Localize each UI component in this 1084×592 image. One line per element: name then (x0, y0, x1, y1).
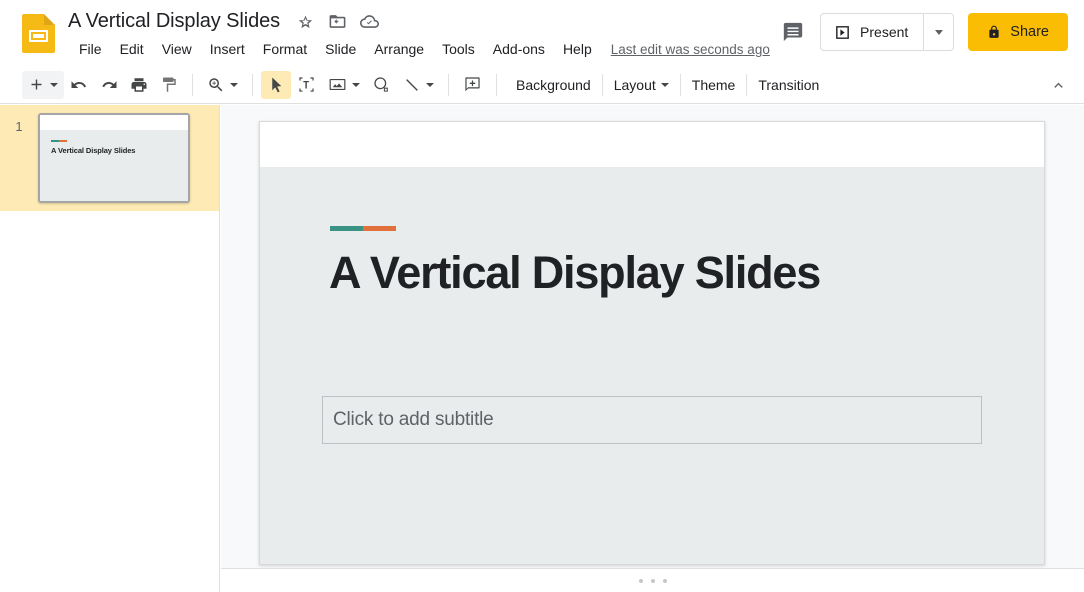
menu-addons[interactable]: Add-ons (484, 38, 554, 60)
layout-button[interactable]: Layout (603, 71, 680, 99)
chevron-down-icon (934, 29, 943, 35)
menu-insert[interactable]: Insert (201, 38, 254, 60)
present-button[interactable]: Present (821, 14, 923, 50)
present-options-button[interactable] (923, 14, 953, 50)
app-header: A Vertical Display Slides File Edit View… (0, 0, 1084, 66)
accent-left-segment (330, 226, 363, 231)
subtitle-placeholder-text: Click to add subtitle (333, 409, 494, 430)
thumbnail-header-band (40, 115, 188, 130)
subtitle-placeholder-box[interactable]: Click to add subtitle (322, 396, 982, 444)
background-button[interactable]: Background (505, 71, 602, 99)
text-box-button[interactable] (291, 71, 322, 99)
menu-edit[interactable]: Edit (111, 38, 153, 60)
accent-right-segment (59, 140, 67, 142)
document-title-row: A Vertical Display Slides (68, 10, 380, 33)
move-to-folder-icon[interactable] (328, 12, 347, 31)
chevron-down-icon (50, 82, 58, 87)
menu-tools[interactable]: Tools (433, 38, 484, 60)
theme-button[interactable]: Theme (681, 71, 747, 99)
zoom-button[interactable] (201, 71, 244, 99)
slide-title-text[interactable]: A Vertical Display Slides (329, 247, 994, 299)
accent-right-segment (363, 226, 396, 231)
paint-format-button[interactable] (154, 71, 184, 99)
undo-button[interactable] (64, 71, 94, 99)
present-button-group: Present (820, 13, 955, 51)
slides-app-icon[interactable] (22, 14, 55, 53)
editor-body: 1 A Vertical Display Slides A Vertical D… (0, 105, 1084, 592)
toolbar-divider (496, 73, 497, 96)
select-tool-button[interactable] (261, 70, 291, 99)
document-title[interactable]: A Vertical Display Slides (68, 10, 280, 33)
cloud-saved-icon[interactable] (360, 12, 380, 31)
add-comment-button[interactable] (457, 71, 488, 99)
slide-header-band (260, 122, 1044, 167)
present-label: Present (860, 24, 909, 40)
shape-button[interactable] (366, 71, 397, 99)
menu-slide[interactable]: Slide (316, 38, 365, 60)
line-button[interactable] (397, 71, 440, 99)
filmstrip-slide-1[interactable]: 1 A Vertical Display Slides (0, 105, 219, 211)
toolbar-divider (252, 73, 253, 96)
star-icon[interactable] (296, 12, 315, 31)
menu-help[interactable]: Help (554, 38, 601, 60)
transition-button[interactable]: Transition (747, 71, 830, 99)
header-actions: Present Share (780, 13, 1068, 51)
comment-history-button[interactable] (780, 19, 806, 45)
slide-accent-bar (330, 226, 396, 231)
accent-left-segment (51, 140, 59, 142)
layout-label: Layout (613, 76, 656, 93)
redo-button[interactable] (94, 71, 124, 99)
main-toolbar: Background Layout Theme Transition (0, 66, 1084, 104)
chevron-down-icon (352, 82, 360, 87)
slide-filmstrip[interactable]: 1 A Vertical Display Slides (0, 105, 220, 592)
title-icon-group (296, 12, 380, 31)
speaker-notes-resize-handle[interactable] (221, 568, 1084, 592)
chevron-down-icon (426, 82, 434, 87)
collapse-menus-button[interactable] (1044, 71, 1072, 99)
slide-number: 1 (15, 119, 23, 134)
menu-bar: File Edit View Insert Format Slide Arran… (70, 38, 770, 60)
menu-arrange[interactable]: Arrange (365, 38, 433, 60)
chevron-down-icon (660, 82, 669, 87)
drag-handle-dots-icon (638, 578, 667, 583)
slide-canvas[interactable]: A Vertical Display Slides Click to add s… (221, 105, 1084, 568)
chevron-down-icon (230, 82, 238, 87)
menu-format[interactable]: Format (254, 38, 316, 60)
last-edit-link[interactable]: Last edit was seconds ago (611, 42, 770, 57)
thumbnail-accent-bar (51, 140, 67, 142)
toolbar-divider (448, 73, 449, 96)
share-label: Share (1010, 24, 1049, 40)
insert-image-button[interactable] (322, 71, 366, 99)
print-button[interactable] (124, 71, 154, 99)
toolbar-divider (192, 73, 193, 96)
slides-app-window: A Vertical Display Slides File Edit View… (0, 0, 1084, 592)
thumbnail-title: A Vertical Display Slides (51, 146, 136, 155)
slide-thumbnail[interactable]: A Vertical Display Slides (38, 113, 190, 203)
new-slide-button[interactable] (22, 70, 64, 99)
current-slide[interactable]: A Vertical Display Slides Click to add s… (259, 121, 1045, 565)
share-button[interactable]: Share (968, 13, 1068, 51)
menu-file[interactable]: File (70, 38, 111, 60)
menu-view[interactable]: View (153, 38, 201, 60)
